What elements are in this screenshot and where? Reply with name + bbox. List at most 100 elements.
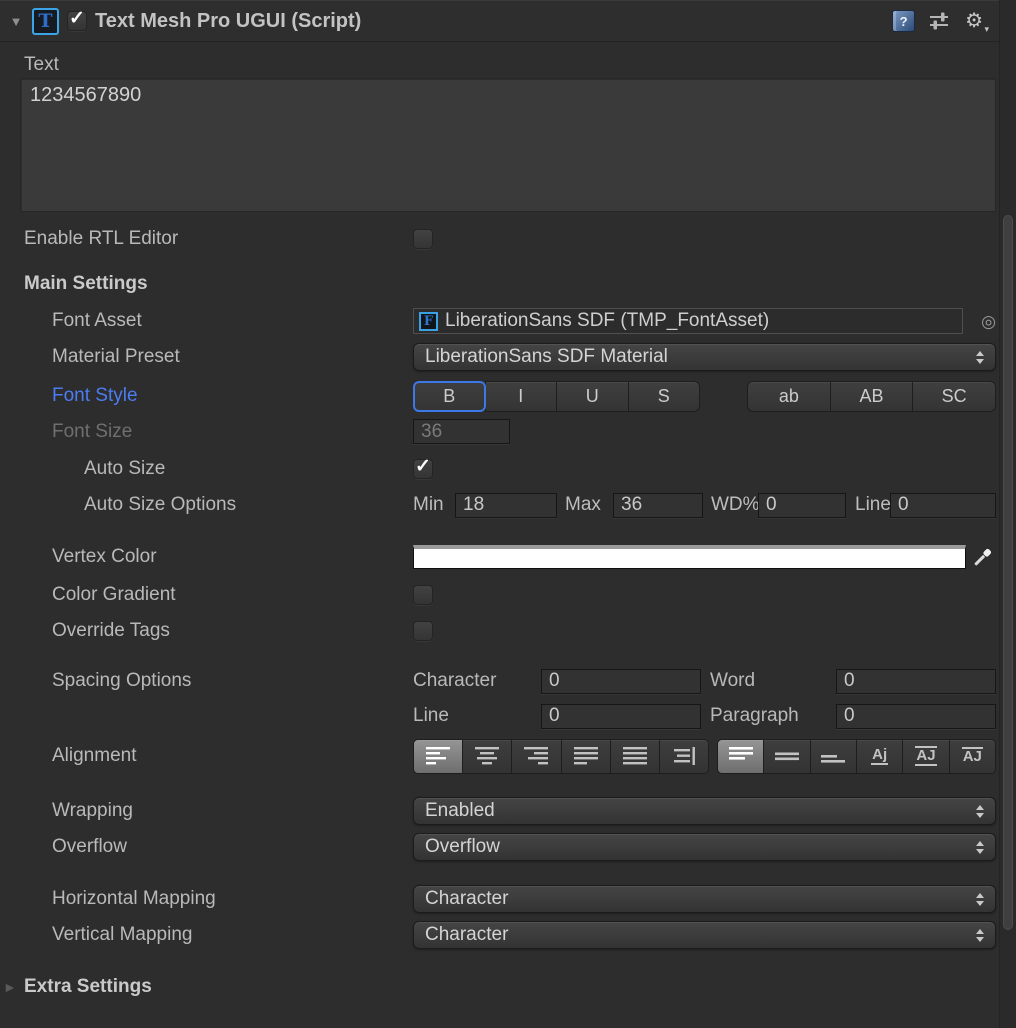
align-center-button[interactable] — [462, 739, 512, 774]
color-gradient-checkbox[interactable] — [413, 585, 433, 605]
material-preset-dropdown[interactable]: LiberationSans SDF Material — [413, 343, 996, 371]
align-top-icon — [728, 746, 754, 766]
wrapping-label: Wrapping — [0, 800, 413, 822]
auto-size-options-row: Auto Size Options Min 18 Max 36 WD% 0 Li… — [0, 492, 999, 518]
vertex-color-label: Vertex Color — [0, 546, 413, 568]
align-justified-icon — [573, 746, 599, 766]
word-spacing-field[interactable]: 0 — [836, 669, 996, 694]
overflow-label: Overflow — [0, 836, 413, 858]
line-spacing-label: Line — [413, 705, 541, 727]
align-capline-button[interactable]: AJ — [949, 739, 996, 774]
align-baseline-icon: Aj — [871, 747, 888, 766]
align-left-icon — [425, 746, 451, 766]
uppercase-button[interactable]: AB — [830, 381, 914, 412]
overflow-row: Overflow Overflow — [0, 833, 999, 861]
component-header: ▼ T ✓ Text Mesh Pro UGUI (Script) ? ⚙ — [0, 0, 999, 42]
min-label: Min — [413, 494, 455, 516]
eyedropper-icon[interactable] — [966, 544, 996, 570]
bold-button[interactable]: B — [413, 381, 486, 412]
auto-size-checkbox[interactable]: ✓ — [413, 459, 433, 479]
align-middle-icon — [774, 746, 800, 766]
help-icon[interactable]: ? — [892, 10, 915, 32]
vertex-color-row: Vertex Color — [0, 544, 999, 570]
inspector-panel: ▼ T ✓ Text Mesh Pro UGUI (Script) ? ⚙ Te… — [0, 0, 999, 999]
wd-percent-field[interactable]: 0 — [758, 493, 846, 518]
horizontal-mapping-dropdown[interactable]: Character — [413, 885, 996, 913]
align-capline-icon: AJ — [962, 747, 983, 766]
check-icon: ✓ — [415, 455, 431, 478]
min-field[interactable]: 18 — [455, 493, 557, 518]
auto-size-options-label: Auto Size Options — [0, 494, 413, 516]
component-title: Text Mesh Pro UGUI (Script) — [95, 10, 884, 33]
horizontal-mapping-value: Character — [425, 888, 508, 910]
font-asset-row: Font Asset F LiberationSans SDF (TMP_Fon… — [0, 308, 999, 334]
align-flush-button[interactable] — [610, 739, 660, 774]
scrollbar-thumb[interactable] — [1003, 215, 1013, 930]
word-spacing-label: Word — [710, 670, 836, 692]
vertical-mapping-row: Vertical Mapping Character — [0, 921, 999, 949]
strikethrough-button[interactable]: S — [628, 381, 701, 412]
dropdown-arrows-icon — [976, 893, 984, 906]
line-spacing-field[interactable]: 0 — [541, 704, 701, 729]
presets-icon[interactable] — [929, 11, 951, 31]
override-tags-checkbox[interactable] — [413, 621, 433, 641]
main-settings-header: Main Settings — [0, 273, 413, 295]
wrapping-dropdown[interactable]: Enabled — [413, 797, 996, 825]
align-justified-button[interactable] — [561, 739, 611, 774]
paragraph-spacing-label: Paragraph — [710, 705, 836, 727]
override-tags-label: Override Tags — [0, 620, 413, 642]
font-size-label: Font Size — [0, 421, 413, 443]
align-right-button[interactable] — [511, 739, 561, 774]
scrollbar-track[interactable] — [999, 0, 1016, 1028]
extra-settings-foldout-icon[interactable]: ► — [0, 979, 24, 995]
extra-settings-header: Extra Settings — [24, 976, 152, 998]
text-input[interactable]: 1234567890 — [20, 78, 996, 212]
component-enabled-checkbox[interactable]: ✓ — [67, 11, 87, 31]
smallcaps-button[interactable]: SC — [912, 381, 996, 412]
align-baseline-button[interactable]: Aj — [856, 739, 903, 774]
align-midline-icon: AJ — [915, 746, 936, 767]
align-middle-button[interactable] — [763, 739, 810, 774]
font-asset-value: LiberationSans SDF (TMP_FontAsset) — [445, 310, 769, 332]
lowercase-button[interactable]: ab — [747, 381, 831, 412]
wd-percent-label: WD% — [711, 494, 758, 516]
gear-icon[interactable]: ⚙ — [965, 11, 983, 31]
spacing-options-label: Spacing Options — [0, 670, 413, 692]
object-picker-icon[interactable]: ◎ — [981, 313, 996, 330]
color-gradient-row: Color Gradient — [0, 584, 999, 606]
underline-button[interactable]: U — [556, 381, 629, 412]
spacing-options-row-1: Spacing Options Character 0 Word 0 — [0, 668, 999, 694]
check-icon: ✓ — [69, 7, 85, 30]
enable-rtl-checkbox[interactable] — [413, 229, 433, 249]
align-bottom-icon — [820, 746, 846, 766]
component-foldout-icon[interactable]: ▼ — [8, 14, 24, 29]
horizontal-mapping-row: Horizontal Mapping Character — [0, 885, 999, 913]
line-field[interactable]: 0 — [890, 493, 996, 518]
vertex-color-swatch[interactable] — [413, 545, 966, 569]
material-preset-row: Material Preset LiberationSans SDF Mater… — [0, 343, 999, 371]
align-right-icon — [523, 746, 549, 766]
font-asset-icon-letter: F — [424, 315, 433, 328]
dropdown-arrows-icon — [976, 805, 984, 818]
align-top-button[interactable] — [717, 739, 764, 774]
dropdown-arrows-icon — [976, 929, 984, 942]
max-field[interactable]: 36 — [613, 493, 703, 518]
wrapping-row: Wrapping Enabled — [0, 797, 999, 825]
overflow-dropdown[interactable]: Overflow — [413, 833, 996, 861]
align-bottom-button[interactable] — [810, 739, 857, 774]
font-asset-object-field[interactable]: F LiberationSans SDF (TMP_FontAsset) — [413, 308, 963, 334]
auto-size-label: Auto Size — [0, 458, 413, 480]
paragraph-spacing-field[interactable]: 0 — [836, 704, 996, 729]
align-geometry-center-button[interactable] — [659, 739, 709, 774]
vertical-mapping-label: Vertical Mapping — [0, 924, 413, 946]
align-midline-button[interactable]: AJ — [902, 739, 949, 774]
italic-button[interactable]: I — [485, 381, 558, 412]
align-center-icon — [474, 746, 500, 766]
color-gradient-label: Color Gradient — [0, 584, 413, 606]
font-style-row: Font Style B I U S ab AB SC — [0, 380, 999, 412]
vertical-mapping-dropdown[interactable]: Character — [413, 921, 996, 949]
main-settings-section: Main Settings — [0, 272, 999, 296]
character-spacing-field[interactable]: 0 — [541, 669, 701, 694]
character-spacing-label: Character — [413, 670, 541, 692]
align-left-button[interactable] — [413, 739, 463, 774]
